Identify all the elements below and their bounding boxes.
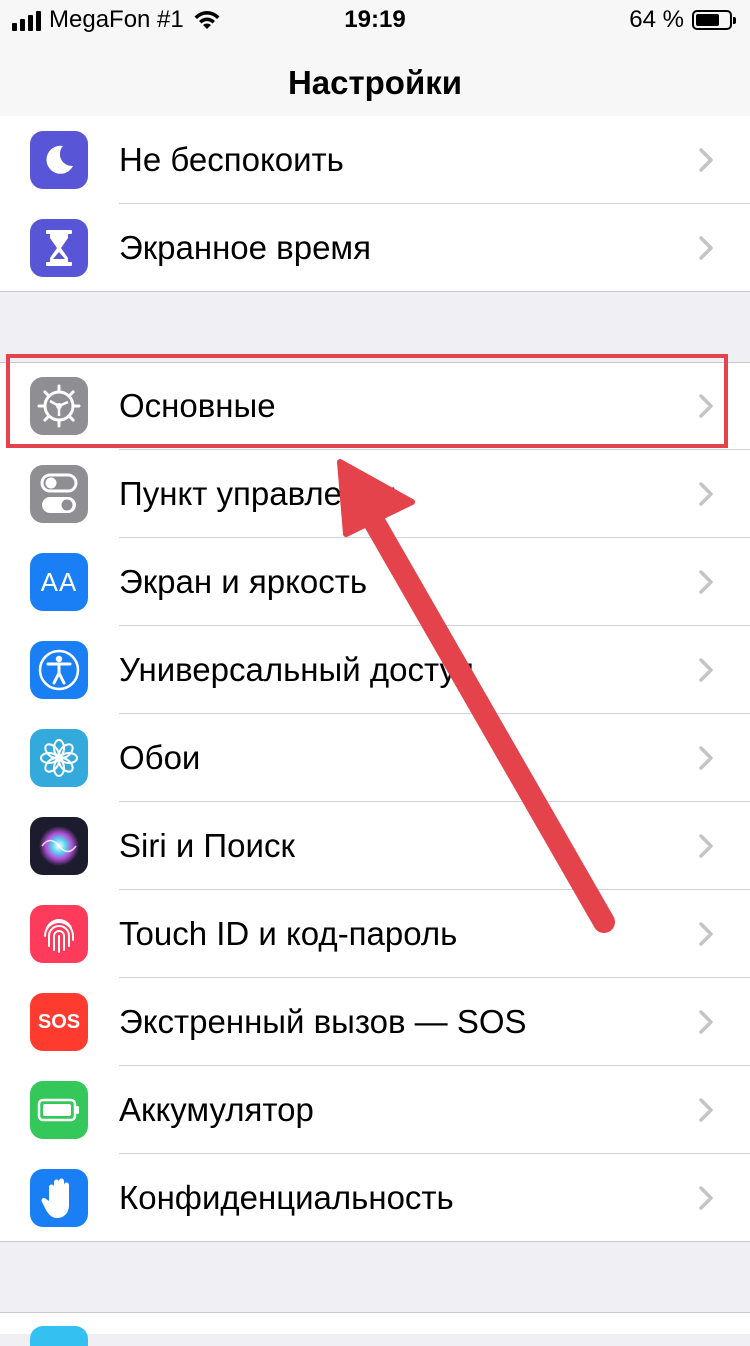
chevron-right-icon <box>699 1186 713 1210</box>
status-bar: MegaFon #1 19:19 64 % <box>0 0 750 40</box>
row-label: Пункт управления <box>119 475 397 512</box>
row-siri-search[interactable]: Siri и Поиск <box>0 802 750 890</box>
row-emergency-sos[interactable]: SOS Экстренный вызов — SOS <box>0 978 750 1066</box>
row-label: Touch ID и код-пароль <box>119 915 458 952</box>
navigation-bar: Настройки <box>0 40 750 128</box>
chevron-right-icon <box>699 148 713 172</box>
row-label: Siri и Поиск <box>119 827 295 864</box>
row-label: Экран и яркость <box>119 563 368 600</box>
fingerprint-icon <box>30 905 88 963</box>
page-title: Настройки <box>287 64 463 101</box>
chevron-right-icon <box>699 1010 713 1034</box>
battery-indicator-icon <box>692 10 736 30</box>
chevron-right-icon <box>699 1098 713 1122</box>
group-divider <box>0 1241 750 1242</box>
row-label: Универсальный доступ <box>119 651 474 688</box>
chevron-right-icon <box>699 658 713 682</box>
text-size-glyph: AA <box>40 566 78 597</box>
chevron-right-icon <box>699 834 713 858</box>
battery-icon <box>30 1081 88 1139</box>
hourglass-icon <box>30 219 88 277</box>
row-display-brightness[interactable]: AA Экран и яркость <box>0 538 750 626</box>
row-label: Аккумулятор <box>119 1091 314 1128</box>
group-divider <box>0 291 750 292</box>
row-touch-id[interactable]: Touch ID и код-пароль <box>0 890 750 978</box>
chevron-right-icon <box>699 482 713 506</box>
partial-app-icon <box>30 1326 88 1346</box>
gear-icon <box>30 377 88 435</box>
sos-icon: SOS <box>30 993 88 1051</box>
row-label: Не беспокоить <box>119 141 344 178</box>
row-wallpaper[interactable]: Обои <box>0 714 750 802</box>
sos-glyph: SOS <box>37 1010 81 1033</box>
row-label: Экстренный вызов — SOS <box>119 1003 527 1040</box>
settings-group-next <box>0 1312 750 1346</box>
siri-icon <box>30 817 88 875</box>
row-label: Основные <box>119 387 276 424</box>
row-battery[interactable]: Аккумулятор <box>0 1066 750 1154</box>
row-do-not-disturb[interactable]: Не беспокоить <box>0 116 750 204</box>
status-right: 64 % <box>629 6 736 34</box>
hand-icon <box>30 1169 88 1227</box>
row-label: Конфиденциальность <box>119 1179 454 1216</box>
row-screen-time[interactable]: Экранное время <box>0 204 750 292</box>
group-divider <box>0 1312 750 1313</box>
moon-icon <box>30 131 88 189</box>
flower-icon <box>30 729 88 787</box>
chevron-right-icon <box>699 570 713 594</box>
row-label: Обои <box>119 739 201 776</box>
settings-group-focus: Не беспокоить Экранное время <box>0 116 750 292</box>
battery-percent: 64 % <box>629 6 684 33</box>
chevron-right-icon <box>699 746 713 770</box>
chevron-right-icon <box>699 394 713 418</box>
settings-group-general: Основные Пункт управления AA Экран и ярк… <box>0 362 750 1242</box>
row-label: Экранное время <box>119 229 371 266</box>
chevron-right-icon <box>699 236 713 260</box>
row-accessibility[interactable]: Универсальный доступ <box>0 626 750 714</box>
chevron-right-icon <box>699 922 713 946</box>
row-privacy[interactable]: Конфиденциальность <box>0 1154 750 1242</box>
text-size-icon: AA <box>30 553 88 611</box>
row-control-center[interactable]: Пункт управления <box>0 450 750 538</box>
row-general[interactable]: Основные <box>0 362 750 450</box>
toggles-icon <box>30 465 88 523</box>
accessibility-icon <box>30 641 88 699</box>
